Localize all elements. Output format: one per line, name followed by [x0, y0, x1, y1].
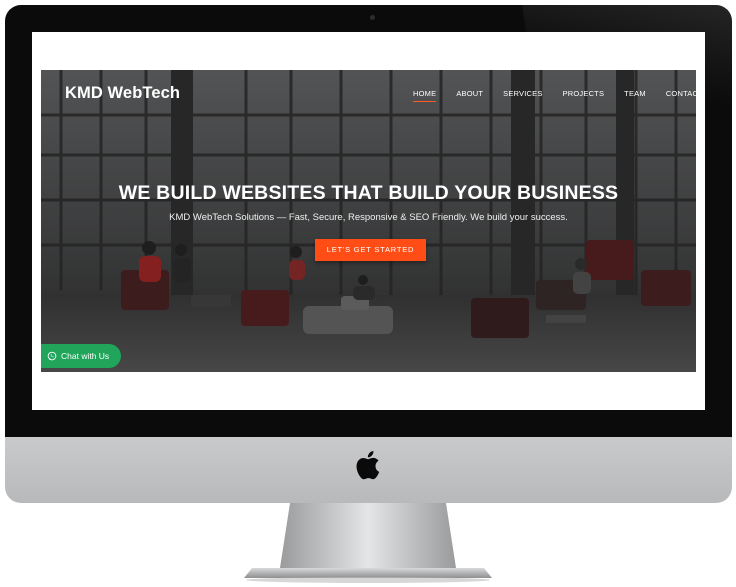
whatsapp-icon: [47, 351, 57, 361]
site-brand-logo[interactable]: KMD WebTech: [65, 84, 180, 103]
apple-logo-icon: [356, 451, 380, 480]
website-viewport: KMD WebTech HOME ABOUT SERVICES PROJECTS…: [41, 70, 696, 372]
monitor-stand: [244, 503, 492, 583]
nav-item-projects[interactable]: PROJECTS: [563, 89, 605, 98]
chat-button[interactable]: Chat with Us: [41, 344, 121, 368]
nav-item-home[interactable]: HOME: [413, 89, 437, 102]
nav-item-about[interactable]: ABOUT: [456, 89, 483, 98]
nav-item-team[interactable]: TEAM: [624, 89, 646, 98]
camera-icon: [370, 15, 375, 20]
get-started-button[interactable]: LET'S GET STARTED: [315, 239, 426, 261]
hero-subtitle: KMD WebTech Solutions — Fast, Secure, Re…: [169, 212, 568, 223]
chat-label: Chat with Us: [61, 351, 110, 361]
main-nav: HOME ABOUT SERVICES PROJECTS TEAM CONTAC…: [413, 89, 696, 102]
nav-item-services[interactable]: SERVICES: [503, 89, 542, 98]
hero-title: WE BUILD WEBSITES THAT BUILD YOUR BUSINE…: [118, 182, 619, 204]
nav-item-contact[interactable]: CONTACT: [666, 89, 696, 98]
